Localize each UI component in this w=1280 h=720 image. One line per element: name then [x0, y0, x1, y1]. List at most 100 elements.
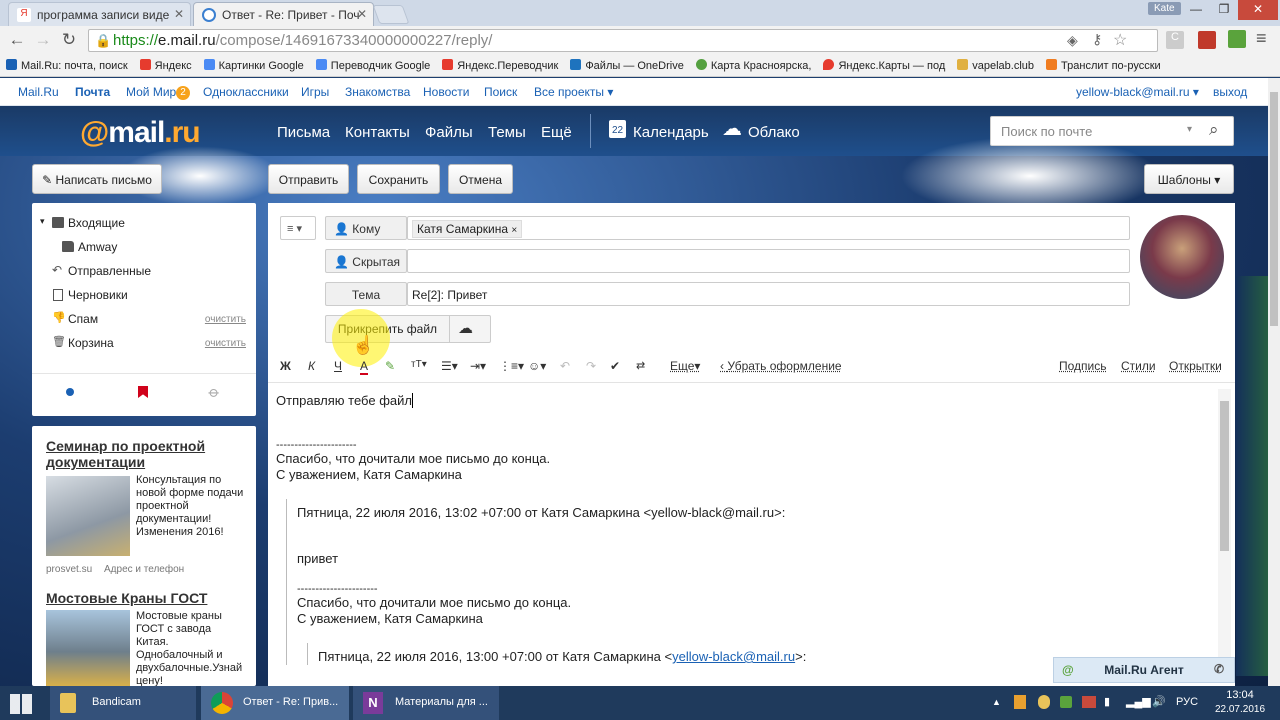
new-tab-button[interactable] [372, 5, 410, 24]
to-label[interactable]: 👤 Кому [325, 216, 407, 240]
ad-text[interactable]: Консультация по новой форме подачи проек… [136, 474, 246, 539]
folder-drafts[interactable]: Черновики [32, 283, 256, 307]
phone-icon[interactable]: ✆ [1214, 662, 1224, 676]
portal-link-games[interactable]: Игры [301, 85, 329, 99]
clean-spam-link[interactable]: очистить [205, 314, 246, 325]
tray-app-icon[interactable] [1038, 695, 1050, 709]
clean-trash-link[interactable]: очистить [205, 338, 246, 349]
quote-email-link[interactable]: yellow-black@mail.ru [672, 649, 795, 664]
maximize-icon[interactable]: ❐ [1210, 0, 1238, 20]
page-scrollbar[interactable] [1268, 78, 1280, 686]
templates-button[interactable]: Шаблоны ▾ [1144, 164, 1234, 194]
signature-button[interactable]: Подпись [1059, 359, 1107, 373]
nav-files[interactable]: Файлы [425, 124, 473, 141]
close-tab-icon[interactable]: ✕ [174, 7, 184, 21]
translate-icon[interactable]: ◈ [1067, 32, 1078, 49]
taskbar-item[interactable]: N Материалы для ... [353, 686, 499, 720]
attachment-filter-icon[interactable]: ⌀ [205, 382, 224, 401]
browser-tab[interactable]: Я программа записи виде ✕ [8, 2, 191, 26]
bookmark[interactable]: Файлы — OneDrive [564, 55, 690, 72]
key-icon[interactable]: ⚷ [1092, 31, 1102, 48]
more-format-button[interactable]: Еще▾ [670, 359, 700, 373]
save-button[interactable]: Сохранить [357, 164, 440, 194]
bookmark[interactable]: Картинки Google [198, 55, 310, 72]
compose-button[interactable]: ✎ Написать письмо [32, 164, 162, 194]
remove-recipient-icon[interactable]: × [511, 225, 517, 236]
folder-spam[interactable]: 👎 Спам очистить [32, 307, 256, 331]
language-indicator[interactable]: РУС [1176, 696, 1198, 708]
bookmark[interactable]: Яндекс [134, 55, 198, 72]
nav-cloud[interactable]: Облако [748, 124, 800, 141]
indent-icon[interactable]: ⇥▾ [470, 359, 486, 373]
tray-app-icon[interactable] [1014, 695, 1026, 709]
mail-agent-bar[interactable]: @ Mail.Ru Агент ✆ [1053, 657, 1235, 683]
clear-format-button[interactable]: ‹ Убрать оформление [720, 359, 842, 373]
close-tab-icon[interactable]: ✕ [357, 7, 367, 21]
bcc-label[interactable]: 👤 Скрытая [325, 249, 407, 273]
recipient-chip[interactable]: Катя Самаркина × [412, 220, 523, 238]
send-button[interactable]: Отправить [268, 164, 349, 194]
portal-link-search[interactable]: Поиск [484, 85, 517, 99]
flag-filter-icon[interactable] [138, 386, 148, 398]
tray-app-icon[interactable] [1060, 696, 1072, 708]
user-menu[interactable]: yellow-black@mail.ru ▾ [1076, 85, 1199, 99]
taskbar-item-active[interactable]: Ответ - Re: Прив... [201, 686, 349, 720]
nav-themes[interactable]: Темы [488, 124, 526, 141]
download-extension-icon[interactable] [1228, 30, 1246, 48]
nav-letters[interactable]: Письма [277, 124, 330, 141]
nav-calendar[interactable]: Календарь [633, 124, 709, 141]
ad-text[interactable]: Мостовые краны ГОСТ с завода Китая. Одно… [136, 610, 246, 686]
undo-icon[interactable]: ↶ [560, 359, 570, 373]
mailru-logo[interactable]: @mail.ru [80, 116, 201, 150]
nav-contacts[interactable]: Контакты [345, 124, 410, 141]
profile-badge[interactable]: Kate [1148, 2, 1181, 15]
cloud-icon[interactable]: ☁ [722, 119, 742, 139]
spellcheck-icon[interactable]: ✔ [610, 359, 620, 373]
body-scrollbar[interactable] [1218, 389, 1231, 679]
cancel-button[interactable]: Отмена [448, 164, 513, 194]
search-icon[interactable]: ⌕ [1209, 120, 1219, 140]
portal-link-all-projects[interactable]: Все проекты ▾ [534, 85, 613, 99]
bookmark[interactable]: Переводчик Google [310, 55, 437, 72]
text-color-icon[interactable]: A [360, 359, 369, 375]
folder-amway[interactable]: Amway [32, 235, 256, 259]
portal-link-dating[interactable]: Знакомства [345, 85, 410, 99]
portal-link-moi-mir[interactable]: Мой Мир [126, 85, 176, 99]
page-scrollbar-thumb[interactable] [1270, 92, 1278, 326]
message-body-editor[interactable]: Отправляю тебе файл --------------------… [276, 393, 1216, 686]
bookmark[interactable]: Транслит по-русски [1040, 55, 1167, 72]
menu-icon[interactable]: ≡ [1256, 28, 1267, 49]
portal-link-mailru[interactable]: Mail.Ru [18, 85, 59, 99]
ad-building-image[interactable] [46, 476, 130, 556]
back-icon[interactable]: ← [6, 30, 28, 52]
bold-icon[interactable]: Ж [280, 359, 291, 373]
to-field[interactable]: Катя Самаркина × [407, 216, 1130, 240]
windows-start-icon[interactable] [10, 694, 32, 714]
folder-inbox[interactable]: ▾ Входящие [32, 211, 256, 235]
portal-link-mail[interactable]: Почта [75, 85, 110, 99]
extension-icon[interactable]: C [1166, 31, 1184, 49]
search-dropdown-icon[interactable]: ▾ [1187, 124, 1192, 135]
browser-tab-active[interactable]: Ответ - Re: Привет - Поч ✕ [193, 2, 374, 26]
avatar[interactable] [1140, 215, 1224, 299]
font-size-icon[interactable]: тТ▾ [411, 359, 427, 370]
align-icon[interactable]: ☰▾ [441, 359, 458, 373]
styles-button[interactable]: Стили [1121, 359, 1156, 373]
folder-trash[interactable]: 🗑 Корзина очистить [32, 331, 256, 355]
forward-icon[interactable]: → [32, 30, 54, 52]
reload-icon[interactable]: ↻ [58, 30, 80, 52]
cards-button[interactable]: Открытки [1169, 359, 1222, 373]
minimize-icon[interactable]: — [1182, 0, 1210, 20]
cloud-attach-icon[interactable]: ☁ [458, 319, 473, 337]
logout-link[interactable]: выход [1213, 85, 1247, 99]
tray-expand-icon[interactable]: ▲ [992, 697, 1001, 707]
ad-address-link[interactable]: Адрес и телефон [104, 564, 184, 575]
bcc-field[interactable] [407, 249, 1130, 273]
bookmark[interactable]: Карта Красноярска, [690, 55, 818, 72]
redo-icon[interactable]: ↷ [586, 359, 596, 373]
underline-icon[interactable]: Ч [334, 359, 342, 373]
folder-sent[interactable]: ↶ Отправленные [32, 259, 256, 283]
fields-menu-button[interactable]: ≡ ▾ [280, 216, 316, 240]
highlight-icon[interactable]: ✎ [385, 359, 395, 373]
battery-icon[interactable]: ▮ [1104, 695, 1110, 708]
